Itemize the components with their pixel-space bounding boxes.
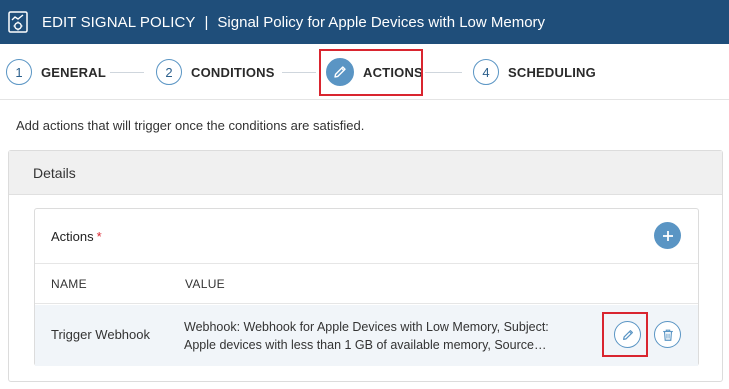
action-value-line: Apple devices with less than 1 GB of ava…: [184, 338, 547, 352]
column-header-name: NAME: [51, 276, 87, 291]
step-description: Add actions that will trigger once the c…: [16, 118, 365, 133]
actions-step-highlight: [319, 49, 423, 96]
action-name: Trigger Webhook: [51, 327, 150, 342]
delete-action-button[interactable]: [654, 321, 681, 348]
step-label: GENERAL: [41, 64, 106, 80]
step-connector: [282, 72, 316, 73]
step-label: SCHEDULING: [508, 64, 596, 80]
table-header: NAME VALUE: [35, 264, 698, 304]
title-separator: |: [204, 13, 209, 31]
step-connector: [425, 72, 462, 73]
required-marker: *: [96, 228, 102, 244]
edit-button-highlight: [602, 312, 648, 357]
actions-card: Actions * NAME VALUE Trigger Webhook Web…: [34, 208, 699, 366]
step-number: 4: [473, 59, 499, 85]
step-conditions[interactable]: 2 CONDITIONS: [156, 58, 275, 86]
page-title: EDIT SIGNAL POLICY: [42, 13, 196, 31]
column-header-value: VALUE: [185, 276, 225, 291]
step-number: 1: [6, 59, 32, 85]
table-row: Trigger Webhook Webhook: Webhook for App…: [35, 305, 698, 366]
actions-title: Actions: [51, 228, 94, 244]
actions-header: Actions *: [35, 209, 698, 264]
step-scheduling[interactable]: 4 SCHEDULING: [473, 58, 596, 86]
action-value: Webhook: Webhook for Apple Devices with …: [184, 318, 574, 354]
top-bar: EDIT SIGNAL POLICY | Signal Policy for A…: [0, 0, 729, 44]
step-label: CONDITIONS: [191, 64, 275, 80]
step-number: 2: [156, 59, 182, 85]
trash-icon: [662, 329, 673, 341]
policy-chart-icon: [8, 11, 28, 33]
step-general[interactable]: 1 GENERAL: [6, 58, 106, 86]
add-action-button[interactable]: [654, 222, 681, 249]
details-title: Details: [9, 151, 722, 195]
plus-icon: [662, 230, 673, 241]
step-connector: [110, 72, 144, 73]
action-value-line: Webhook: Webhook for Apple Devices with …: [184, 320, 549, 334]
policy-name: Signal Policy for Apple Devices with Low…: [217, 13, 546, 31]
